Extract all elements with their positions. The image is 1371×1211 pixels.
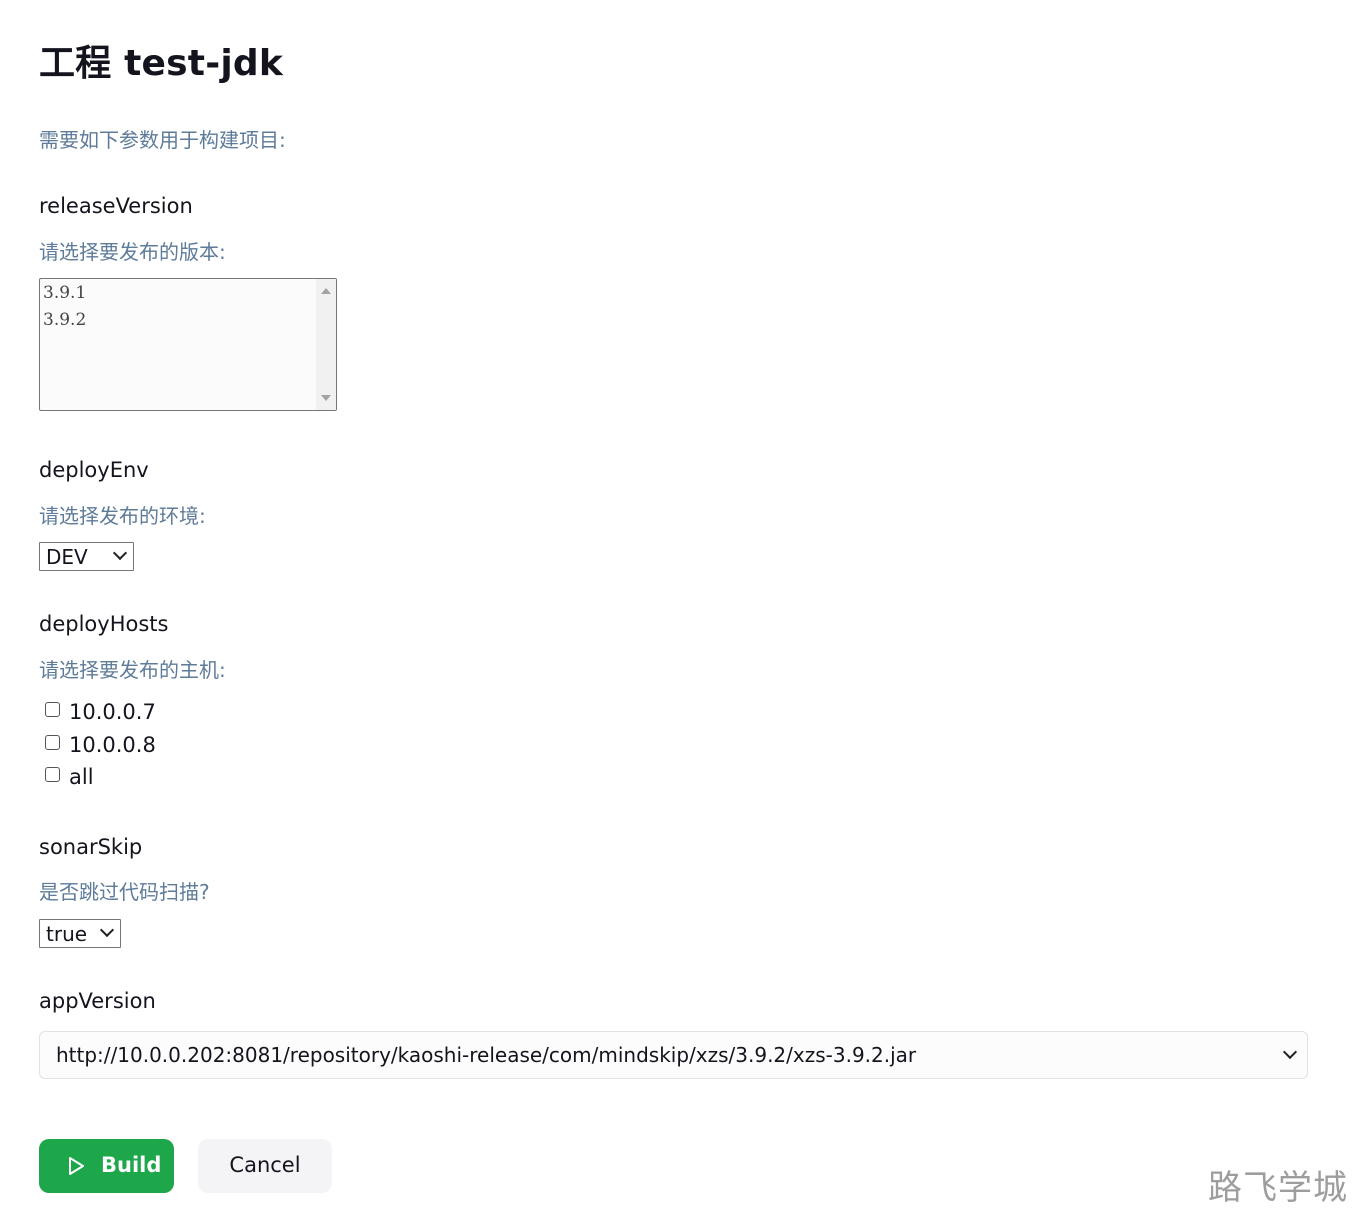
param-desc-deployEnv: 请选择发布的环境: — [39, 504, 206, 528]
cancel-button[interactable]: Cancel — [198, 1139, 332, 1193]
chevron-down-icon — [112, 545, 128, 561]
host-checkbox[interactable] — [45, 702, 60, 717]
host-checkbox[interactable] — [45, 734, 60, 750]
param-desc-deployHosts: 请选择要发布的主机: — [39, 658, 226, 682]
scroll-down-arrow-icon[interactable] — [321, 395, 331, 401]
scroll-up-arrow-icon[interactable] — [321, 288, 331, 294]
chevron-down-icon — [99, 922, 115, 938]
param-name-appVersion: appVersion — [39, 989, 156, 1013]
host-checkbox-label[interactable]: all — [69, 765, 94, 789]
listbox-scrollbar[interactable] — [316, 279, 336, 410]
param-name-deployHosts: deployHosts — [39, 612, 169, 636]
host-checkbox-label[interactable]: 10.0.0.7 — [69, 700, 156, 724]
param-name-deployEnv: deployEnv — [39, 458, 149, 482]
chevron-down-icon — [1282, 1044, 1298, 1060]
param-desc-sonarSkip: 是否跳过代码扫描? — [39, 880, 210, 904]
deploy-env-value: DEV — [46, 545, 88, 569]
intro-text: 需要如下参数用于构建项目: — [39, 128, 286, 152]
app-version-value: http://10.0.0.202:8081/repository/kaoshi… — [56, 1043, 917, 1067]
build-button-label: Build — [101, 1153, 162, 1177]
deploy-env-select[interactable]: DEV — [39, 542, 134, 571]
cancel-button-label: Cancel — [229, 1153, 301, 1177]
listbox-option[interactable]: 3.9.2 — [40, 307, 86, 334]
build-button[interactable]: Build — [39, 1139, 174, 1193]
release-version-listbox[interactable]: 3.9.1 3.9.2 — [39, 278, 337, 411]
listbox-option[interactable]: 3.9.1 — [40, 280, 86, 307]
host-checkbox-label[interactable]: 10.0.0.8 — [69, 733, 156, 757]
sonar-skip-value: true — [46, 922, 88, 946]
host-checkbox[interactable] — [45, 767, 60, 782]
page-title: 工程 test-jdk — [39, 43, 283, 84]
param-desc-releaseVersion: 请选择要发布的版本: — [39, 240, 226, 264]
watermark: 路飞学城 — [1208, 1168, 1348, 1208]
sonar-skip-select[interactable]: true — [39, 919, 121, 948]
app-version-select[interactable]: http://10.0.0.202:8081/repository/kaoshi… — [39, 1031, 1308, 1079]
param-name-releaseVersion: releaseVersion — [39, 194, 193, 218]
play-icon — [69, 1157, 84, 1175]
param-name-sonarSkip: sonarSkip — [39, 835, 143, 859]
